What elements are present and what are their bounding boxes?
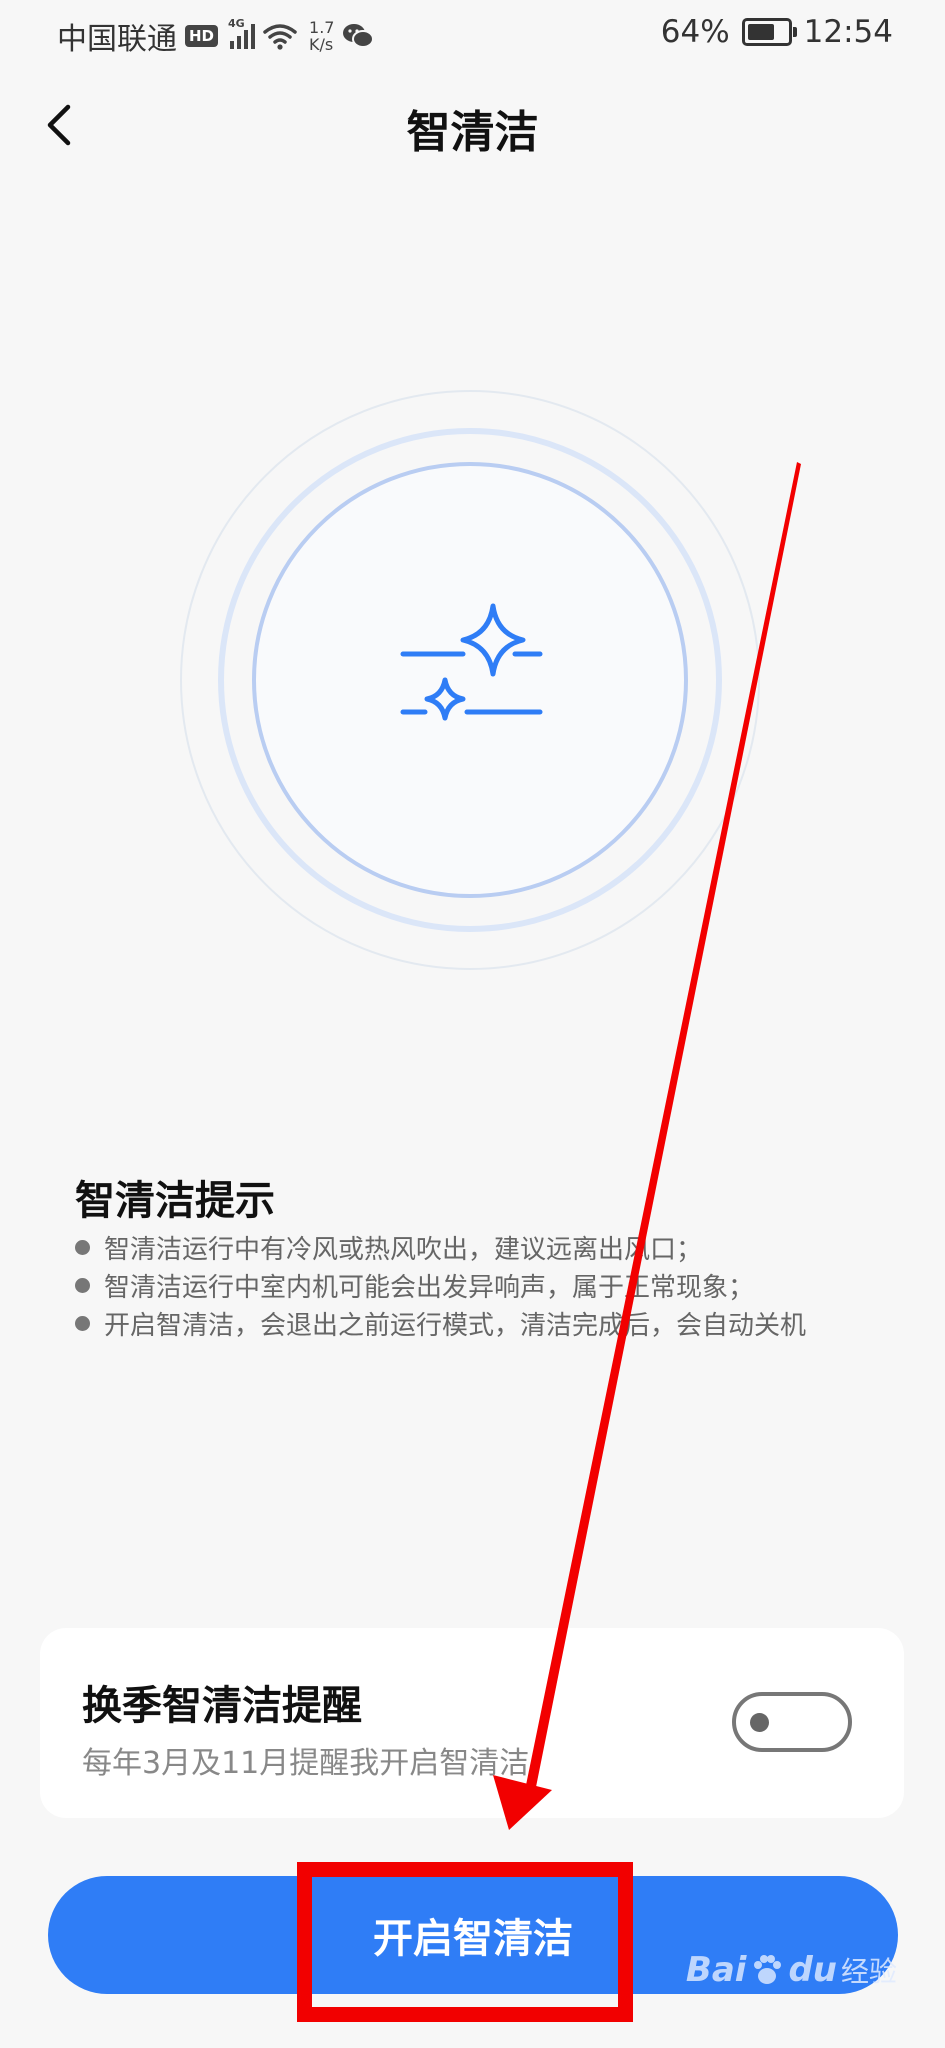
- annotation-highlight-box: [297, 1862, 633, 2022]
- baidu-watermark: Bai du 经验: [686, 1950, 897, 1990]
- annotation-arrow: [493, 462, 801, 1830]
- paw-logo-icon: [754, 1955, 782, 1984]
- watermark-text: 经验: [840, 1955, 897, 1988]
- watermark-brand-suffix: du: [788, 1950, 837, 1990]
- watermark-brand: Bai: [685, 1950, 747, 1990]
